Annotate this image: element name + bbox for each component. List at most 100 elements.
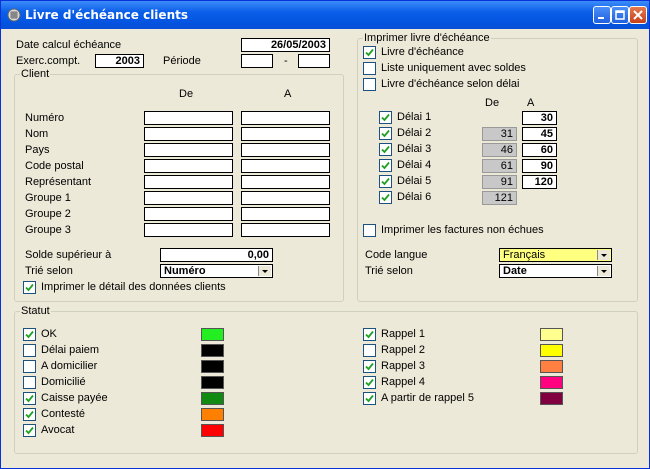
chevron-down-icon[interactable]: [597, 266, 610, 276]
delai-from-field: 121: [482, 191, 517, 205]
date-field[interactable]: 26/05/2003: [241, 38, 330, 52]
client-from-field[interactable]: [144, 143, 233, 157]
statut-checkbox[interactable]: [23, 408, 36, 421]
client-from-field[interactable]: [144, 111, 233, 125]
exerc-field[interactable]: 2003: [95, 54, 144, 68]
client-group-title: Client: [20, 68, 51, 81]
delai-checkbox[interactable]: [379, 127, 392, 140]
langue-select[interactable]: Français: [499, 248, 612, 262]
statut-color-swatch[interactable]: [540, 344, 563, 357]
statut-checkbox[interactable]: [363, 392, 376, 405]
check-icon: [381, 113, 390, 122]
statut-checkbox[interactable]: [23, 328, 36, 341]
statut-checkbox[interactable]: [23, 360, 36, 373]
check-icon: [25, 410, 34, 419]
statut-color-swatch[interactable]: [201, 328, 224, 341]
statut-checkbox[interactable]: [23, 376, 36, 389]
client-to-field[interactable]: [241, 223, 330, 237]
check-icon: [381, 129, 390, 138]
client-to-field[interactable]: [241, 143, 330, 157]
statut-checkbox[interactable]: [23, 344, 36, 357]
statut-checkbox[interactable]: [363, 360, 376, 373]
chevron-down-icon[interactable]: [258, 266, 271, 276]
statut-checkbox[interactable]: [23, 424, 36, 437]
client-row-label: Nom: [25, 128, 49, 140]
imprimer-trie-select[interactable]: Date: [499, 264, 612, 278]
delai-label: Délai 5: [397, 175, 432, 187]
title-bar[interactable]: Livre d'échéance clients: [1, 1, 649, 29]
statut-color-swatch[interactable]: [201, 344, 224, 357]
client-to-field[interactable]: [241, 127, 330, 141]
statut-label: Contesté: [41, 408, 86, 420]
statut-color-swatch[interactable]: [540, 328, 563, 341]
delai-to-field[interactable]: 120: [522, 175, 557, 189]
delai-to-field[interactable]: 45: [522, 127, 557, 141]
periode-to-field[interactable]: [298, 54, 330, 68]
chevron-down-icon[interactable]: [597, 250, 610, 260]
check-icon: [25, 330, 34, 339]
check-icon: [25, 426, 34, 435]
client-from-field[interactable]: [144, 127, 233, 141]
print-option-checkbox[interactable]: [363, 62, 376, 75]
check-icon: [365, 394, 374, 403]
solde-field[interactable]: 0,00: [160, 248, 273, 262]
client-from-field[interactable]: [144, 223, 233, 237]
periode-separator: -: [284, 55, 288, 67]
date-label: Date calcul échéance: [16, 39, 122, 51]
client-to-field[interactable]: [241, 159, 330, 173]
client-to-field[interactable]: [241, 111, 330, 125]
client-to-field[interactable]: [241, 207, 330, 221]
delai-label: Délai 1: [397, 111, 432, 123]
client-row-label: Représentant: [25, 176, 92, 188]
client-col-to: A: [284, 88, 292, 100]
statut-label: OK: [41, 328, 57, 340]
detail-checkbox[interactable]: [23, 281, 36, 294]
maximize-button[interactable]: [611, 6, 629, 24]
client-col-from: De: [179, 88, 194, 100]
print-option-checkbox[interactable]: [363, 46, 376, 59]
statut-color-swatch[interactable]: [201, 408, 224, 421]
main-window: Livre d'échéance clients Date calcul éch…: [0, 0, 650, 469]
statut-color-swatch[interactable]: [540, 392, 563, 405]
minimize-button[interactable]: [593, 6, 611, 24]
client-from-field[interactable]: [144, 159, 233, 173]
statut-color-swatch[interactable]: [201, 376, 224, 389]
non-echues-label: Imprimer les factures non échues: [381, 224, 544, 236]
client-row-label: Groupe 1: [25, 192, 71, 204]
detail-label: Imprimer le détail des données clients: [41, 281, 226, 293]
statut-color-swatch[interactable]: [201, 360, 224, 373]
statut-checkbox[interactable]: [23, 392, 36, 405]
print-option-checkbox[interactable]: [363, 78, 376, 91]
periode-from-field[interactable]: [241, 54, 273, 68]
check-icon: [365, 362, 374, 371]
close-button[interactable]: [629, 6, 647, 24]
delai-label: Délai 2: [397, 127, 432, 139]
client-row-label: Pays: [25, 144, 50, 156]
delai-checkbox[interactable]: [379, 111, 392, 124]
statut-checkbox[interactable]: [363, 344, 376, 357]
delai-to-field[interactable]: 90: [522, 159, 557, 173]
delai-to-field[interactable]: 60: [522, 143, 557, 157]
imprimer-trie-label: Trié selon: [365, 265, 413, 277]
delai-checkbox[interactable]: [379, 159, 392, 172]
delai-checkbox[interactable]: [379, 143, 392, 156]
statut-checkbox[interactable]: [363, 376, 376, 389]
client-from-field[interactable]: [144, 207, 233, 221]
delai-checkbox[interactable]: [379, 191, 392, 204]
delai-to-field[interactable]: 30: [522, 111, 557, 125]
delai-checkbox[interactable]: [379, 175, 392, 188]
client-to-field[interactable]: [241, 191, 330, 205]
statut-label: Domicilié: [41, 376, 86, 388]
client-from-field[interactable]: [144, 191, 233, 205]
close-icon: [633, 10, 643, 20]
statut-color-swatch[interactable]: [540, 376, 563, 389]
statut-color-swatch[interactable]: [540, 360, 563, 373]
client-to-field[interactable]: [241, 175, 330, 189]
delai-from-field: 46: [482, 143, 517, 157]
statut-checkbox[interactable]: [363, 328, 376, 341]
non-echues-checkbox[interactable]: [363, 224, 376, 237]
statut-color-swatch[interactable]: [201, 392, 224, 405]
client-from-field[interactable]: [144, 175, 233, 189]
client-trie-select[interactable]: Numéro: [160, 264, 273, 278]
statut-color-swatch[interactable]: [201, 424, 224, 437]
